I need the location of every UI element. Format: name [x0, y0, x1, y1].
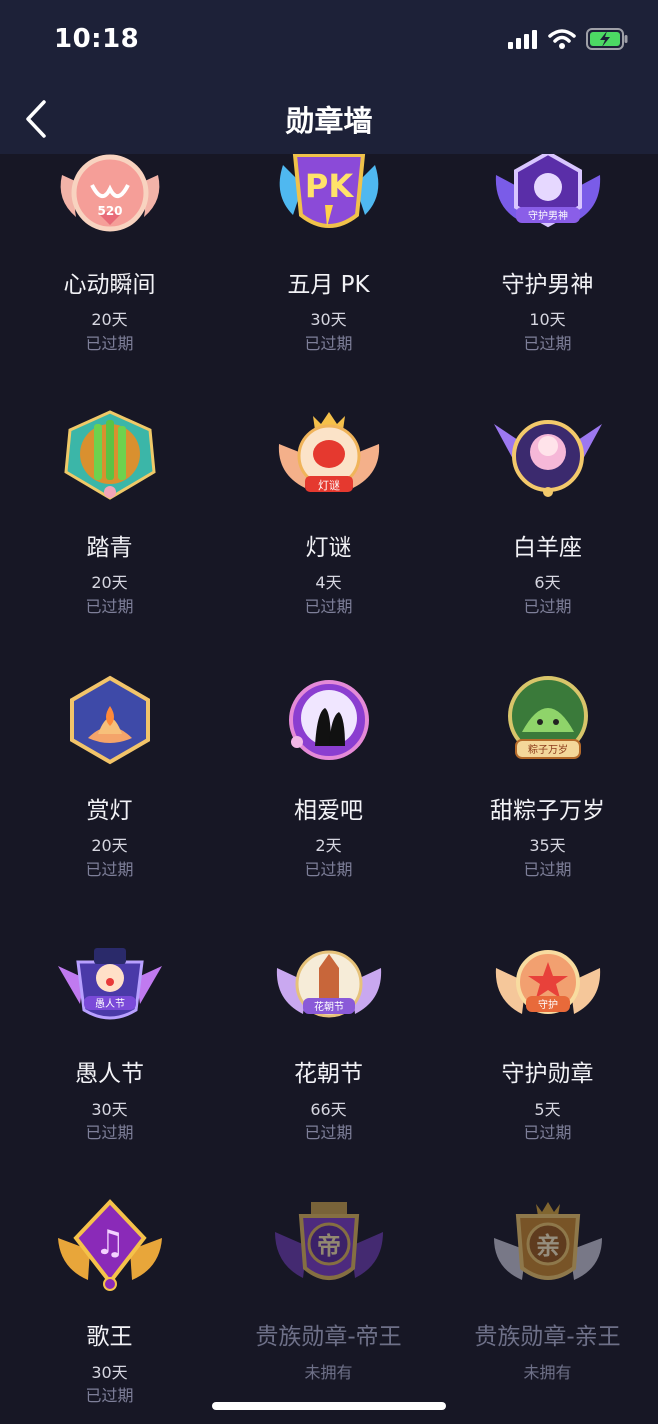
cellular-signal-icon — [508, 30, 537, 49]
badge-item[interactable]: ♫ 歌王 30天 已过期 — [0, 0, 219, 1410]
badge-item[interactable]: 亲 贵族勋章-亲王 未拥有 — [438, 0, 657, 1410]
status-icons — [508, 28, 628, 50]
home-indicator[interactable] — [212, 1402, 446, 1410]
svg-text:♫: ♫ — [94, 1223, 124, 1263]
battery-charging-icon — [586, 28, 628, 50]
emperor-badge-icon: 帝 — [274, 1202, 383, 1280]
badge-status: 未拥有 — [304, 1363, 353, 1382]
svg-text:亲: 亲 — [536, 1232, 560, 1260]
badge-status: 已过期 — [85, 1386, 134, 1405]
wifi-icon — [548, 29, 576, 49]
prince-badge-icon: 亲 — [493, 1202, 602, 1280]
nav-bar: 勋章墙 — [0, 84, 658, 154]
status-time: 10:18 — [54, 24, 140, 54]
status-bar: 10:18 — [0, 0, 658, 84]
badge-status: 未拥有 — [523, 1363, 572, 1382]
music-king-badge-icon: ♫ — [57, 1199, 162, 1291]
badge-name: 歌王 — [86, 1324, 133, 1350]
page-title: 勋章墙 — [285, 104, 373, 138]
badge-days: 30天 — [91, 1363, 128, 1382]
svg-text:帝: 帝 — [317, 1232, 341, 1260]
badge-name: 贵族勋章-帝王 — [255, 1324, 402, 1350]
badge-item[interactable]: 帝 贵族勋章-帝王 未拥有 — [219, 0, 438, 1410]
badge-name: 贵族勋章-亲王 — [474, 1324, 621, 1350]
